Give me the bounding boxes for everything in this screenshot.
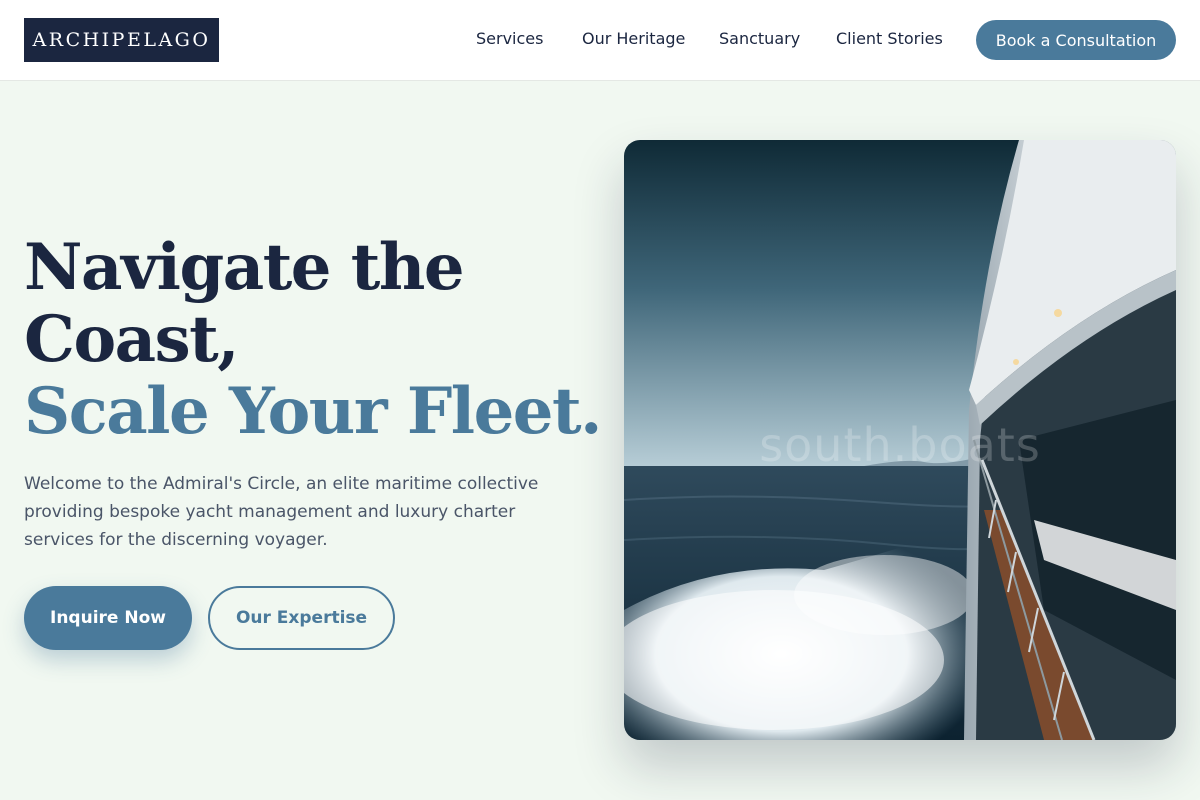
hero-headline-line-2: Coast, [24,302,239,377]
inquire-now-button[interactable]: Inquire Now [24,586,192,650]
book-consultation-button[interactable]: Book a Consultation [976,20,1176,60]
yacht-ocean-illustration [624,140,1176,740]
hero-headline-accent: Scale Your Fleet. [24,374,602,449]
nav-link-sanctuary[interactable]: Sanctuary [719,29,800,51]
brand-logo[interactable]: ARCHIPELAGO [24,18,219,62]
hero-lead-text: Welcome to the Admiral's Circle, an elit… [24,474,539,550]
our-expertise-button[interactable]: Our Expertise [208,586,395,650]
nav-link-services[interactable]: Services [476,29,543,51]
site-header: ARCHIPELAGO Services Our Heritage Sanctu… [0,0,1200,81]
nav-link-client-stories[interactable]: Client Stories [836,29,943,51]
hero-headline: Navigate the Coast, Scale Your Fleet. [24,232,604,448]
nav-link-our-heritage[interactable]: Our Heritage [582,29,685,51]
hero-yacht-image: south.boats [624,140,1176,740]
hero-headline-line-1: Navigate the [24,230,465,305]
